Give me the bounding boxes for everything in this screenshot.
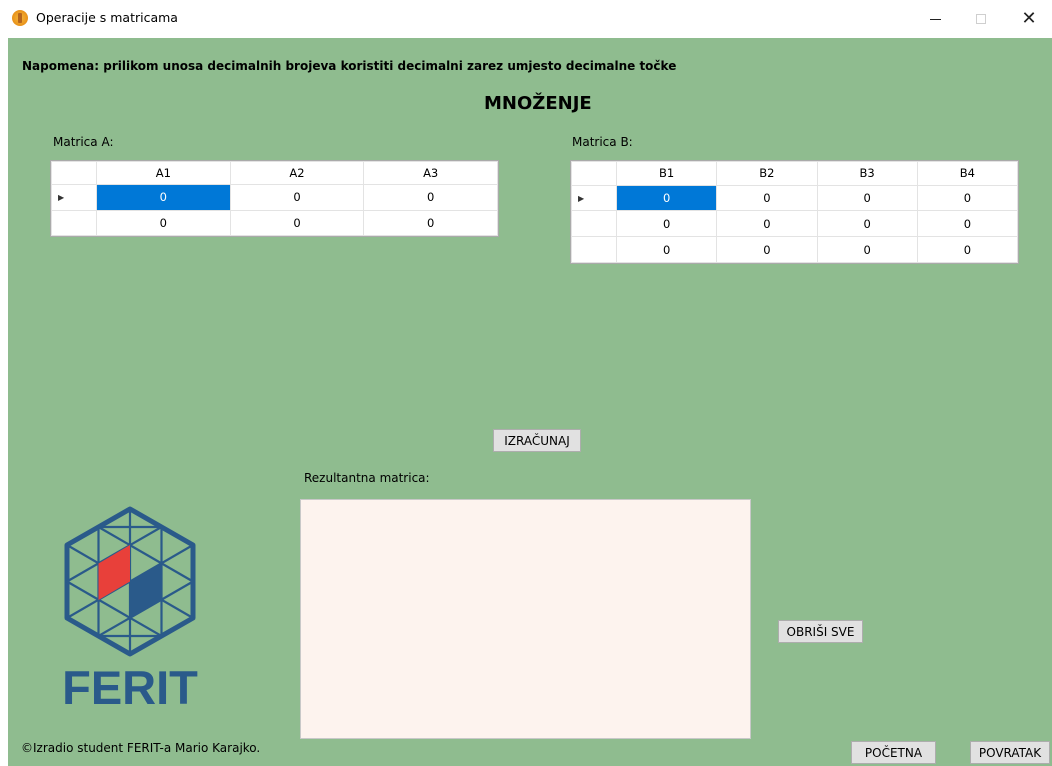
result-label: Rezultantna matrica: (304, 471, 430, 485)
decimal-note: Napomena: prilikom unosa decimalnih broj… (22, 59, 677, 73)
row-header[interactable] (571, 210, 617, 238)
column-header-b2[interactable]: B2 (716, 161, 818, 186)
matrix-a-cell[interactable]: 0 (363, 209, 498, 237)
matrix-b-cell[interactable]: 0 (716, 184, 818, 212)
column-header-a2[interactable]: A2 (229, 160, 365, 186)
title-bar: Operacije s matricama ✕ (0, 0, 1052, 38)
home-button[interactable]: POČETNA (851, 741, 936, 764)
column-header-a3[interactable]: A3 (363, 160, 498, 186)
maximize-icon (976, 14, 986, 24)
matrix-b-cell[interactable]: 0 (916, 184, 1019, 212)
ferit-logo: FERIT (50, 504, 210, 714)
main-form: Napomena: prilikom unosa decimalnih broj… (8, 38, 1052, 766)
grid-corner (51, 160, 97, 186)
matrix-b-label: Matrica B: (572, 135, 633, 149)
matrix-b-cell[interactable]: 0 (816, 184, 918, 212)
close-icon: ✕ (1021, 8, 1037, 29)
window-title: Operacije s matricama (36, 10, 178, 25)
matrix-a-cell[interactable]: 0 (229, 209, 365, 237)
matrix-b-cell[interactable]: 0 (716, 236, 818, 263)
column-header-b3[interactable]: B3 (816, 161, 918, 186)
current-row-indicator-icon[interactable]: ▶ (571, 184, 617, 212)
matrix-b-cell[interactable]: 0 (615, 236, 718, 263)
clear-all-button[interactable]: OBRIŠI SVE (778, 620, 863, 643)
column-header-b1[interactable]: B1 (615, 161, 718, 186)
matrix-a-cell[interactable]: 0 (96, 184, 231, 211)
column-header-a1[interactable]: A1 (96, 160, 231, 186)
column-header-b4[interactable]: B4 (916, 161, 1019, 186)
matrix-b-cell[interactable]: 0 (615, 210, 718, 238)
result-matrix-output[interactable] (300, 499, 751, 739)
ferit-logo-icon: FERIT (62, 506, 198, 714)
back-button[interactable]: POVRATAK (970, 741, 1050, 764)
app-icon (12, 10, 28, 26)
minimize-icon (929, 18, 941, 20)
maximize-button (958, 0, 1004, 38)
matrix-b-cell[interactable]: 0 (816, 236, 918, 263)
matrix-a-cell[interactable]: 0 (363, 184, 498, 211)
row-header[interactable] (571, 236, 617, 263)
matrix-b-cell[interactable]: 0 (615, 184, 718, 212)
row-header[interactable] (51, 209, 97, 237)
matrix-b-cell[interactable]: 0 (916, 210, 1019, 238)
logo-text: FERIT (62, 661, 198, 709)
page-title: MNOŽENJE (484, 93, 592, 114)
matrix-a-cell[interactable]: 0 (229, 184, 365, 211)
matrix-a-label: Matrica A: (53, 135, 114, 149)
author-credit: ©Izradio student FERIT-a Mario Karajko. (21, 741, 261, 755)
matrix-a-cell[interactable]: 0 (96, 209, 231, 237)
grid-corner (571, 161, 617, 186)
matrix-b-cell[interactable]: 0 (716, 210, 818, 238)
calculate-button[interactable]: IZRAČUNAJ (493, 429, 581, 452)
matrix-b-cell[interactable]: 0 (816, 210, 918, 238)
matrix-b-cell[interactable]: 0 (916, 236, 1019, 263)
minimize-button[interactable] (912, 0, 958, 38)
matrix-b-grid[interactable]: B1 B2 B3 B4 ▶ 0 0 0 0 0 0 0 0 0 0 0 0 (570, 160, 1019, 264)
matrix-a-grid[interactable]: A1 A2 A3 ▶ 0 0 0 0 0 0 (50, 160, 499, 237)
current-row-indicator-icon[interactable]: ▶ (51, 184, 97, 211)
close-button[interactable]: ✕ (1006, 0, 1052, 38)
